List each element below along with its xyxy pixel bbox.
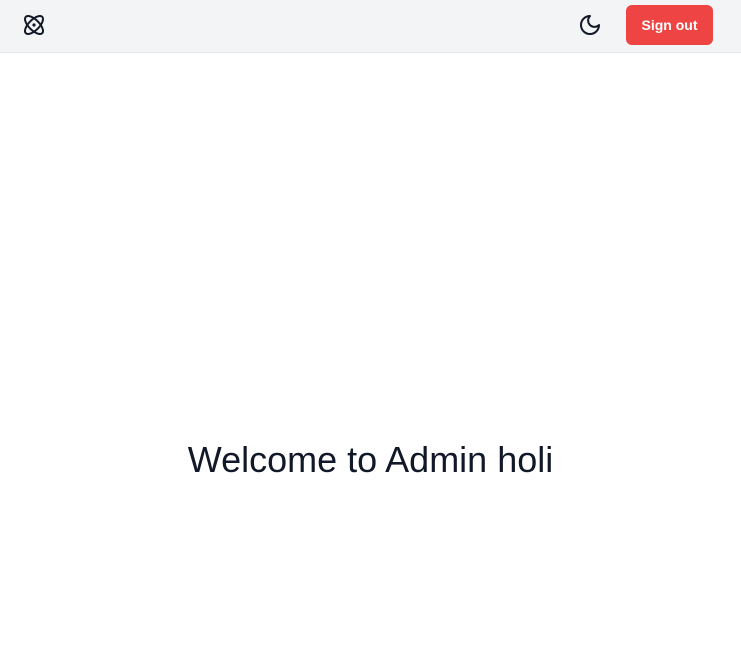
moon-icon — [578, 13, 602, 37]
page: Sign out Welcome to Admin holi — [0, 0, 741, 665]
welcome-heading: Welcome to Admin holi — [187, 439, 554, 480]
atom-logo-icon[interactable] — [22, 13, 46, 37]
theme-toggle-button[interactable] — [578, 13, 602, 37]
sign-out-button[interactable]: Sign out — [626, 5, 713, 45]
top-navbar: Sign out — [0, 0, 741, 53]
